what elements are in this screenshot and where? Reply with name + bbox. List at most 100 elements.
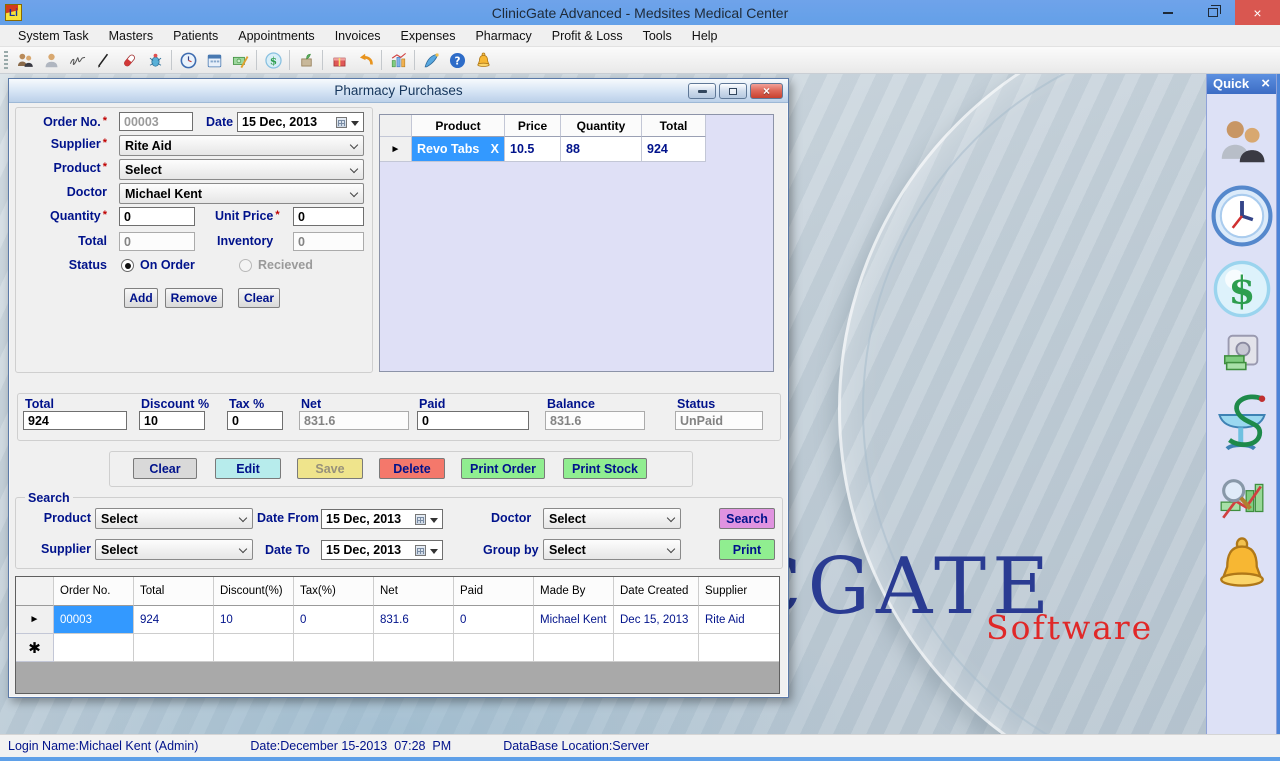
undo-arrow-icon[interactable] <box>352 48 378 72</box>
calendar-icon[interactable] <box>336 117 347 128</box>
quantity-field[interactable] <box>119 207 195 226</box>
totals-total-field[interactable] <box>23 411 127 430</box>
order-tax-cell[interactable]: 0 <box>294 606 374 634</box>
invoices-dollar-icon[interactable]: $ <box>1213 254 1271 324</box>
row-selector-cell[interactable]: ► <box>16 606 54 634</box>
pen-icon[interactable] <box>90 48 116 72</box>
medicine-capsule-icon[interactable] <box>116 48 142 72</box>
empty-cell[interactable] <box>54 634 134 662</box>
column-header-paid[interactable]: Paid <box>454 577 534 606</box>
column-header-product[interactable]: Product <box>412 115 505 137</box>
search-supplier-combobox[interactable]: Select <box>95 539 253 560</box>
dropdown-arrow-icon[interactable] <box>430 518 438 523</box>
remove-item-x[interactable]: X <box>491 142 499 156</box>
date-from-picker[interactable]: 15 Dec, 2013 <box>321 509 443 529</box>
supplier-combobox[interactable]: Rite Aid <box>119 135 364 156</box>
reminder-bell-icon[interactable] <box>1214 530 1270 600</box>
empty-cell[interactable] <box>374 634 454 662</box>
column-header-made-by[interactable]: Made By <box>534 577 614 606</box>
search-doctor-combobox[interactable]: Select <box>543 508 681 529</box>
order-date-created-cell[interactable]: Dec 15, 2013 <box>614 606 699 634</box>
calendar-icon[interactable] <box>415 514 426 525</box>
column-header-discount[interactable]: Discount(%) <box>214 577 294 606</box>
column-header-date-created[interactable]: Date Created <box>614 577 699 606</box>
dropdown-arrow-icon[interactable] <box>351 121 359 126</box>
order-no-field[interactable] <box>119 112 193 131</box>
print-stock-button[interactable]: Print Stock <box>563 458 647 479</box>
order-no-cell[interactable]: 00003 <box>54 606 134 634</box>
gift-box-icon[interactable] <box>326 48 352 72</box>
stock-box-icon[interactable] <box>293 48 319 72</box>
edit-button[interactable]: Edit <box>215 458 281 479</box>
clear-item-button[interactable]: Clear <box>238 288 280 308</box>
date-to-picker[interactable]: 15 Dec, 2013 <box>321 540 443 560</box>
column-header-net[interactable]: Net <box>374 577 454 606</box>
column-header-supplier[interactable]: Supplier <box>699 577 779 606</box>
dialog-maximize-button[interactable] <box>719 83 747 99</box>
empty-cell[interactable] <box>214 634 294 662</box>
search-product-combobox[interactable]: Select <box>95 508 253 529</box>
empty-cell[interactable] <box>454 634 534 662</box>
totals-tax-field[interactable] <box>227 411 283 430</box>
order-supplier-cell[interactable]: Rite Aid <box>699 606 779 634</box>
on-order-radio[interactable] <box>121 259 134 272</box>
column-header-order-no[interactable]: Order No. <box>54 577 134 606</box>
new-order-row[interactable]: ✱ <box>16 634 779 662</box>
lab-icon[interactable] <box>142 48 168 72</box>
totals-discount-field[interactable] <box>139 411 205 430</box>
unit-price-field[interactable] <box>293 207 364 226</box>
help-icon[interactable]: ? <box>444 48 470 72</box>
order-discount-cell[interactable]: 10 <box>214 606 294 634</box>
dollar-coin-icon[interactable]: $ <box>260 48 286 72</box>
dropdown-arrow-icon[interactable] <box>430 549 438 554</box>
menu-profit-loss[interactable]: Profit & Loss <box>542 26 633 46</box>
print-button[interactable]: Print <box>719 539 775 560</box>
add-button[interactable]: Add <box>124 288 158 308</box>
calendar-icon[interactable] <box>201 48 227 72</box>
column-header-total[interactable]: Total <box>134 577 214 606</box>
profit-search-icon[interactable] <box>1217 468 1267 530</box>
order-paid-cell[interactable]: 0 <box>454 606 534 634</box>
clock-icon[interactable] <box>175 48 201 72</box>
menu-system-task[interactable]: System Task <box>8 26 99 46</box>
row-selector-cell[interactable]: ► <box>380 137 412 162</box>
quick-panel-close-icon[interactable]: × <box>1261 76 1270 91</box>
order-net-cell[interactable]: 831.6 <box>374 606 454 634</box>
empty-cell[interactable] <box>699 634 779 662</box>
column-header-total[interactable]: Total <box>642 115 706 137</box>
item-product-cell[interactable]: Revo Tabs X <box>412 137 505 162</box>
new-row-selector-cell[interactable]: ✱ <box>16 634 54 662</box>
reminder-bell-icon[interactable] <box>470 48 496 72</box>
menu-invoices[interactable]: Invoices <box>325 26 391 46</box>
item-price-cell[interactable]: 10.5 <box>505 137 561 162</box>
menu-help[interactable]: Help <box>682 26 728 46</box>
empty-cell[interactable] <box>614 634 699 662</box>
search-button[interactable]: Search <box>719 508 775 529</box>
order-made-by-cell[interactable]: Michael Kent <box>534 606 614 634</box>
pharmacy-bowl-icon[interactable] <box>1212 382 1272 468</box>
delete-button[interactable]: Delete <box>379 458 445 479</box>
column-header-quantity[interactable]: Quantity <box>561 115 642 137</box>
doctor-combobox[interactable]: Michael Kent <box>119 183 364 204</box>
column-header-tax[interactable]: Tax(%) <box>294 577 374 606</box>
window-minimize-button[interactable] <box>1145 0 1190 25</box>
group-by-combobox[interactable]: Select <box>543 539 681 560</box>
clear-button[interactable]: Clear <box>133 458 197 479</box>
patients-quick-icon[interactable] <box>1215 106 1269 178</box>
item-row[interactable]: ► Revo Tabs X 10.5 88 924 <box>380 137 773 162</box>
appointments-clock-icon[interactable] <box>1211 178 1273 254</box>
signature-icon[interactable] <box>64 48 90 72</box>
print-order-button[interactable]: Print Order <box>461 458 545 479</box>
cleanup-icon[interactable] <box>418 48 444 72</box>
invoice-money-icon[interactable] <box>227 48 253 72</box>
empty-cell[interactable] <box>534 634 614 662</box>
window-restore-button[interactable] <box>1190 0 1235 25</box>
empty-cell[interactable] <box>294 634 374 662</box>
save-button[interactable]: Save <box>297 458 363 479</box>
remove-button[interactable]: Remove <box>165 288 223 308</box>
order-row[interactable]: ► 00003 924 10 0 831.6 0 Michael Kent De… <box>16 606 779 634</box>
dialog-title-bar[interactable]: Pharmacy Purchases <box>9 79 788 103</box>
menu-pharmacy[interactable]: Pharmacy <box>465 26 541 46</box>
column-header-price[interactable]: Price <box>505 115 561 137</box>
patient-icon[interactable] <box>38 48 64 72</box>
